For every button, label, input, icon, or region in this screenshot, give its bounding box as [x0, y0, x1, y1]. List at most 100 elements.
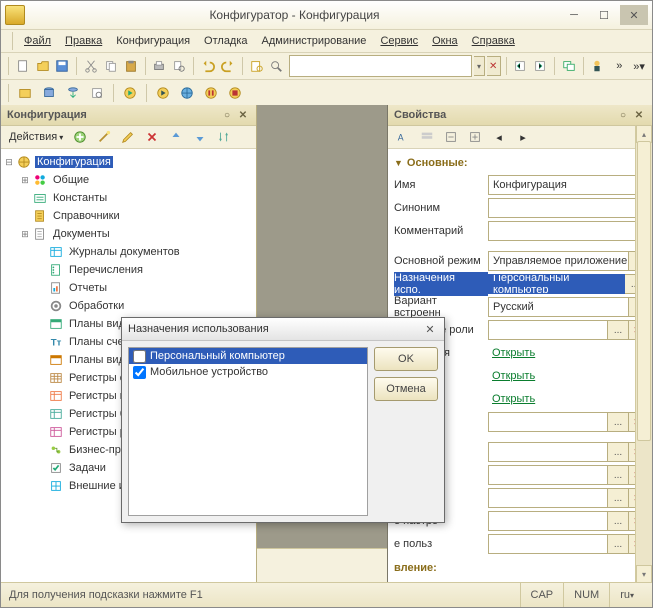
prop-session-link[interactable]: Открыть — [488, 370, 646, 382]
prop-purpose-value[interactable]: Персональный компьютер — [488, 274, 625, 294]
prop-user-value[interactable] — [488, 465, 608, 485]
ok-button[interactable]: OK — [374, 347, 438, 371]
preview-icon[interactable] — [170, 55, 188, 77]
clear-search-button[interactable]: ✕ — [487, 56, 501, 76]
menu-help[interactable]: Справка — [466, 33, 521, 49]
prev-result-icon[interactable] — [511, 55, 529, 77]
minimize-button[interactable]: ─ — [560, 5, 588, 25]
add-item-icon[interactable] — [69, 126, 91, 148]
db-config-icon[interactable] — [38, 82, 60, 104]
print-icon[interactable] — [151, 55, 169, 77]
cancel-button[interactable]: Отмена — [374, 377, 438, 401]
prop-var-value[interactable] — [488, 488, 608, 508]
open-config-icon[interactable] — [14, 82, 36, 104]
panel-close-icon[interactable]: ✕ — [632, 108, 646, 122]
search-history-dropdown[interactable]: ▾ — [474, 56, 485, 76]
redo-icon[interactable] — [219, 55, 237, 77]
expand-icon[interactable] — [440, 126, 462, 148]
menu-edit[interactable]: Правка — [59, 33, 108, 49]
prop-set-value[interactable] — [488, 511, 608, 531]
dialog-list[interactable]: Персональный компьютерМобильное устройст… — [128, 347, 368, 516]
tree-node[interactable]: Справочники — [3, 207, 254, 225]
tree-node[interactable]: ⊞Общие — [3, 171, 254, 189]
menu-admin[interactable]: Администрирование — [256, 33, 373, 49]
delete-icon[interactable] — [141, 126, 163, 148]
status-lang[interactable]: ru ▾ — [609, 583, 644, 607]
cut-icon[interactable] — [82, 55, 100, 77]
magnify-icon[interactable] — [267, 55, 285, 77]
dialog-titlebar[interactable]: Назначения использования ✕ — [122, 318, 444, 341]
close-button[interactable]: ✕ — [620, 5, 648, 25]
prop-roles-edit-button[interactable]: ... — [608, 320, 629, 340]
windows-icon[interactable] — [560, 55, 578, 77]
dots-button[interactable]: ... — [608, 511, 629, 531]
prop-user2-value[interactable] — [488, 534, 608, 554]
prop-mode-value[interactable]: Управляемое приложение — [488, 251, 629, 271]
syntax-assist-icon[interactable] — [588, 55, 606, 77]
find-in-tree-icon[interactable] — [86, 82, 108, 104]
move-down-icon[interactable] — [189, 126, 211, 148]
prop-modules-value[interactable] — [488, 412, 608, 432]
sort-alpha-icon[interactable]: A — [392, 126, 414, 148]
debug-step-icon[interactable] — [200, 82, 222, 104]
pin-icon[interactable]: ○ — [220, 108, 234, 122]
collapse-icon[interactable]: ⊟ — [3, 156, 15, 168]
next-result-icon[interactable] — [531, 55, 549, 77]
expand-icon[interactable]: ⊞ — [19, 174, 31, 186]
actions-menu[interactable]: Действия▾ — [5, 130, 67, 144]
menu-service[interactable]: Сервис — [374, 33, 424, 49]
prop-next-icon[interactable]: ▸ — [512, 126, 534, 148]
debug-web-icon[interactable] — [176, 82, 198, 104]
dots-button[interactable]: ... — [608, 465, 629, 485]
undo-icon[interactable] — [199, 55, 217, 77]
menu-config[interactable]: Конфигурация — [110, 33, 196, 49]
dialog-list-item[interactable]: Персональный компьютер — [129, 348, 367, 364]
tree-node[interactable]: Перечисления — [3, 261, 254, 279]
collapse-icon[interactable] — [464, 126, 486, 148]
tree-node[interactable]: Отчеты — [3, 279, 254, 297]
dots-button[interactable]: ... — [608, 442, 629, 462]
search-input[interactable] — [289, 55, 472, 77]
open-icon[interactable] — [34, 55, 52, 77]
paste-icon[interactable] — [122, 55, 140, 77]
dialog-list-item[interactable]: Мобильное устройство — [129, 364, 367, 380]
run-icon[interactable] — [119, 82, 141, 104]
tree-node[interactable]: Журналы документов — [3, 243, 254, 261]
prop-common-value[interactable] — [488, 442, 608, 462]
menu-debug[interactable]: Отладка — [198, 33, 253, 49]
checkbox[interactable] — [133, 350, 146, 363]
find-config-icon[interactable] — [248, 55, 266, 77]
prop-group-view[interactable]: вление: — [394, 556, 646, 578]
tree-node[interactable]: ⊞Документы — [3, 225, 254, 243]
tree-node[interactable]: Константы — [3, 189, 254, 207]
sort-icon[interactable] — [213, 126, 235, 148]
update-db-icon[interactable] — [62, 82, 84, 104]
prop-embed-value[interactable]: Русский — [488, 297, 629, 317]
prop-prev-icon[interactable]: ◂ — [488, 126, 510, 148]
prop-comment-value[interactable] — [488, 221, 646, 241]
prop-group-main[interactable]: ▼Основные: — [394, 153, 646, 173]
menu-file[interactable]: Файл — [18, 33, 57, 49]
chevrons-icon[interactable]: » — [610, 55, 628, 77]
move-up-icon[interactable] — [165, 126, 187, 148]
wizard-icon[interactable] — [93, 126, 115, 148]
debug-run-icon[interactable] — [152, 82, 174, 104]
properties-scrollbar[interactable]: ▴ ▾ — [635, 125, 652, 583]
menu-windows[interactable]: Окна — [426, 33, 464, 49]
dots-button[interactable]: ... — [608, 488, 629, 508]
overflow-icon[interactable]: »▾ — [630, 55, 648, 77]
prop-ext-link[interactable]: Открыть — [488, 393, 646, 405]
prop-name-value[interactable]: Конфигурация — [488, 175, 646, 195]
maximize-button[interactable]: ☐ — [590, 5, 618, 25]
debug-stop-icon[interactable] — [224, 82, 246, 104]
tree-node[interactable]: ⊟Конфигурация — [3, 153, 254, 171]
dots-button[interactable]: ... — [608, 412, 629, 432]
pin-icon[interactable]: ○ — [616, 108, 630, 122]
categorize-icon[interactable] — [416, 126, 438, 148]
panel-close-icon[interactable]: ✕ — [236, 108, 250, 122]
prop-synonym-value[interactable] — [488, 198, 646, 218]
prop-mform-link[interactable]: Открыть — [488, 347, 646, 359]
save-icon[interactable] — [54, 55, 72, 77]
copy-icon[interactable] — [102, 55, 120, 77]
expand-icon[interactable]: ⊞ — [19, 228, 31, 240]
